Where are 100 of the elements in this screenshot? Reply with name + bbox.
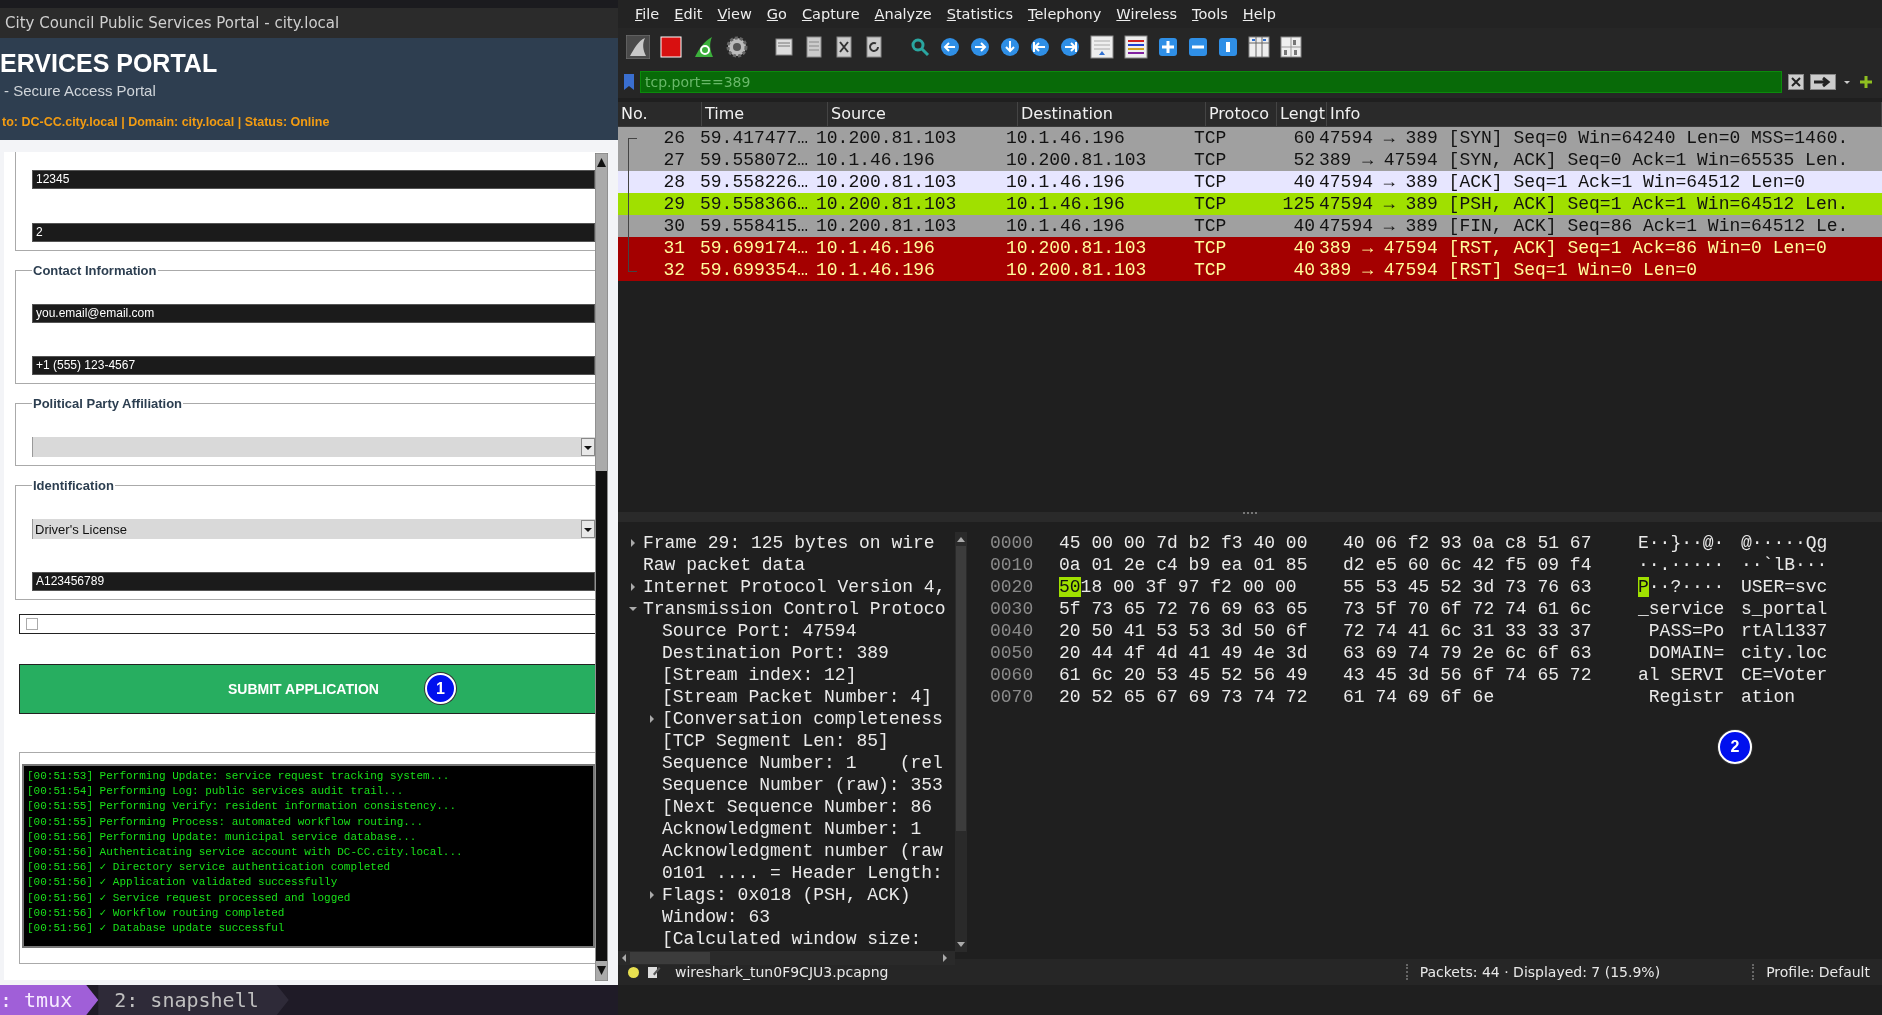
- tree-item[interactable]: [Calculated window size:: [662, 929, 933, 949]
- packet-row[interactable]: 28 59.558226… 10.200.81.103 10.1.46.196 TCP 40 47594 → 389 [ACK] Seq=1 Ack=1 Win=64512 Len=0: [618, 171, 1882, 193]
- table-cell-text: 10.1.46.196: [815, 237, 936, 259]
- scrollbar[interactable]: [955, 532, 967, 952]
- plus-icon[interactable]: [1858, 74, 1874, 90]
- forward-icon[interactable]: [970, 37, 990, 57]
- column-header[interactable]: Source: [828, 102, 1018, 126]
- packet-row[interactable]: 30 59.558415… 10.200.81.103 10.1.46.196 TCP 40 47594 → 389 [FIN, ACK] Seq=86 Ack=1 Win=64512 Le.: [618, 215, 1882, 237]
- select-field[interactable]: Driver's License: [32, 519, 595, 539]
- menu-item[interactable]: File: [628, 6, 668, 22]
- zoom-out-icon[interactable]: [1188, 37, 1208, 57]
- tree-item[interactable]: [Conversation completeness: [662, 709, 943, 729]
- scrollbar[interactable]: [595, 153, 608, 981]
- column-header[interactable]: Time: [702, 102, 828, 126]
- column-header[interactable]: Protoco: [1206, 102, 1277, 126]
- tree-item[interactable]: 0101 .... = Header Length:: [662, 863, 943, 883]
- input-field[interactable]: A123456789: [32, 572, 595, 591]
- dropdown-icon: [581, 520, 595, 538]
- tree-item[interactable]: [Stream index: 12]: [662, 665, 857, 685]
- first-packet-icon[interactable]: [1030, 37, 1050, 57]
- packet-row[interactable]: 31 59.699174… 10.1.46.196 10.200.81.103 TCP 40 389 → 47594 [RST, ACK] Seq=1 Ack=86 Win=0 Len=0: [618, 237, 1882, 259]
- selected-byte[interactable]: 50: [1059, 577, 1081, 597]
- menu-item[interactable]: Edit: [667, 6, 711, 22]
- tree-item[interactable]: Acknowledgment number (raw: [662, 841, 943, 861]
- jump-down-icon[interactable]: [1000, 37, 1020, 57]
- tree-item[interactable]: Flags: 0x018 (PSH, ACK): [662, 885, 911, 905]
- tmux-window-tab[interactable]: : tmux: [0, 985, 99, 1015]
- input-field[interactable]: +1 (555) 123-4567: [32, 356, 595, 375]
- colorize-icon[interactable]: [1124, 35, 1148, 59]
- grid-icon[interactable]: [1280, 36, 1302, 58]
- edit-icon[interactable]: [647, 965, 661, 979]
- menu-item[interactable]: Wireless: [1109, 6, 1186, 22]
- input-field[interactable]: 2: [32, 223, 595, 242]
- resize-columns-icon[interactable]: [1248, 36, 1270, 58]
- tree-item[interactable]: Window: 63: [662, 907, 771, 927]
- tmux-window-tab[interactable]: 2: snapshell: [98, 985, 289, 1015]
- hex-bytes: 5018 00 3f 97 f2 00 00: [1059, 576, 1298, 598]
- packet-row[interactable]: 32 59.699354… 10.1.46.196 10.200.81.103 TCP 40 389 → 47594 [RST] Seq=1 Win=0 Len=0: [618, 259, 1882, 281]
- table-cell-text: 31: [662, 237, 685, 259]
- menu-item[interactable]: Capture: [794, 6, 868, 22]
- clear-icon[interactable]: [1788, 74, 1804, 90]
- menu-item[interactable]: Go: [759, 6, 795, 22]
- ascii-text: ··`lB···: [1741, 554, 1829, 576]
- menu-item[interactable]: Analyze: [867, 6, 940, 22]
- settings-icon[interactable]: [726, 36, 748, 58]
- expander-icon[interactable]: [647, 714, 657, 724]
- table-cell-text: TCP: [1193, 149, 1228, 171]
- tree-item[interactable]: [Stream Packet Number: 4]: [662, 687, 933, 707]
- menu-item[interactable]: Telephony: [1021, 6, 1110, 22]
- tree-item[interactable]: Source Port: 47594: [662, 621, 857, 641]
- normal-size-icon[interactable]: [1218, 37, 1238, 57]
- column-header[interactable]: Lengt: [1277, 102, 1327, 126]
- column-header[interactable]: Destination: [1018, 102, 1206, 126]
- tree-item[interactable]: Sequence Number (raw): 353: [662, 775, 943, 795]
- table-cell-text: 10.1.46.196: [1005, 193, 1126, 215]
- tree-item[interactable]: Raw packet data: [643, 555, 806, 575]
- menu-item[interactable]: Statistics: [939, 6, 1022, 22]
- back-icon[interactable]: [940, 37, 960, 57]
- table-cell-text: 59.699354…: [699, 259, 810, 281]
- tree-item[interactable]: [TCP Segment Len: 85]: [662, 731, 889, 751]
- column-header[interactable]: No.: [618, 102, 702, 126]
- reload-icon[interactable]: [864, 36, 884, 58]
- input-field[interactable]: 12345: [32, 170, 595, 189]
- tree-item[interactable]: Internet Protocol Version 4,: [643, 577, 946, 597]
- expander-icon[interactable]: [647, 890, 657, 900]
- menu-item[interactable]: Help: [1235, 6, 1284, 22]
- menu-item[interactable]: Tools: [1185, 6, 1236, 22]
- input-field[interactable]: you.email@email.com: [32, 304, 595, 323]
- status-dot[interactable]: [628, 966, 639, 978]
- bookmark-icon[interactable]: [624, 74, 634, 90]
- zoom-in-icon[interactable]: [1158, 37, 1178, 57]
- shark-fin-icon[interactable]: [626, 35, 650, 59]
- restart-icon[interactable]: [692, 35, 716, 59]
- expander-icon[interactable]: [628, 538, 638, 548]
- tree-item[interactable]: [Next Sequence Number: 86: [662, 797, 933, 817]
- last-packet-icon[interactable]: [1060, 37, 1080, 57]
- horizontal-scrollbar[interactable]: [618, 951, 955, 965]
- menu-item[interactable]: View: [710, 6, 760, 22]
- column-header[interactable]: Info: [1327, 102, 1882, 126]
- tree-item[interactable]: Acknowledgment Number: 1: [662, 819, 922, 839]
- close-file-icon[interactable]: [834, 36, 854, 58]
- profile-label[interactable]: Profile: Default: [1766, 964, 1870, 980]
- checkbox[interactable]: [26, 618, 38, 630]
- selected-char[interactable]: P: [1638, 577, 1649, 597]
- packet-row[interactable]: 26 59.417477… 10.200.81.103 10.1.46.196 TCP 60 47594 → 389 [SYN] Seq=0 Win=64240 Len=0 MSS=1460.: [618, 127, 1882, 149]
- tree-item[interactable]: Sequence Number: 1 (rel: [662, 753, 943, 773]
- document-icon[interactable]: [774, 36, 794, 58]
- expander-icon[interactable]: [628, 604, 638, 614]
- file-icon[interactable]: [804, 36, 824, 58]
- search-icon[interactable]: [910, 37, 930, 57]
- packet-row[interactable]: 27 59.558072… 10.1.46.196 10.200.81.103 TCP 52 389 → 47594 [SYN, ACK] Seq=0 Ack=1 Win=65535 Len.: [618, 149, 1882, 171]
- autoscroll-icon[interactable]: [1090, 35, 1114, 59]
- tree-item[interactable]: Destination Port: 389: [662, 643, 889, 663]
- packet-row[interactable]: 29 59.558366… 10.200.81.103 10.1.46.196 TCP 125 47594 → 389 [PSH, ACK] Seq=1 Ack=1 Win=64512 Len.: [618, 193, 1882, 215]
- table-cell-text: 10.1.46.196: [1005, 171, 1126, 193]
- select-field[interactable]: [32, 437, 595, 457]
- expander-icon[interactable]: [628, 582, 638, 592]
- tree-item[interactable]: Transmission Control Protoco: [643, 599, 946, 619]
- tree-item[interactable]: Frame 29: 125 bytes on wire: [643, 533, 935, 553]
- table-cell-text: 27: [662, 149, 685, 171]
